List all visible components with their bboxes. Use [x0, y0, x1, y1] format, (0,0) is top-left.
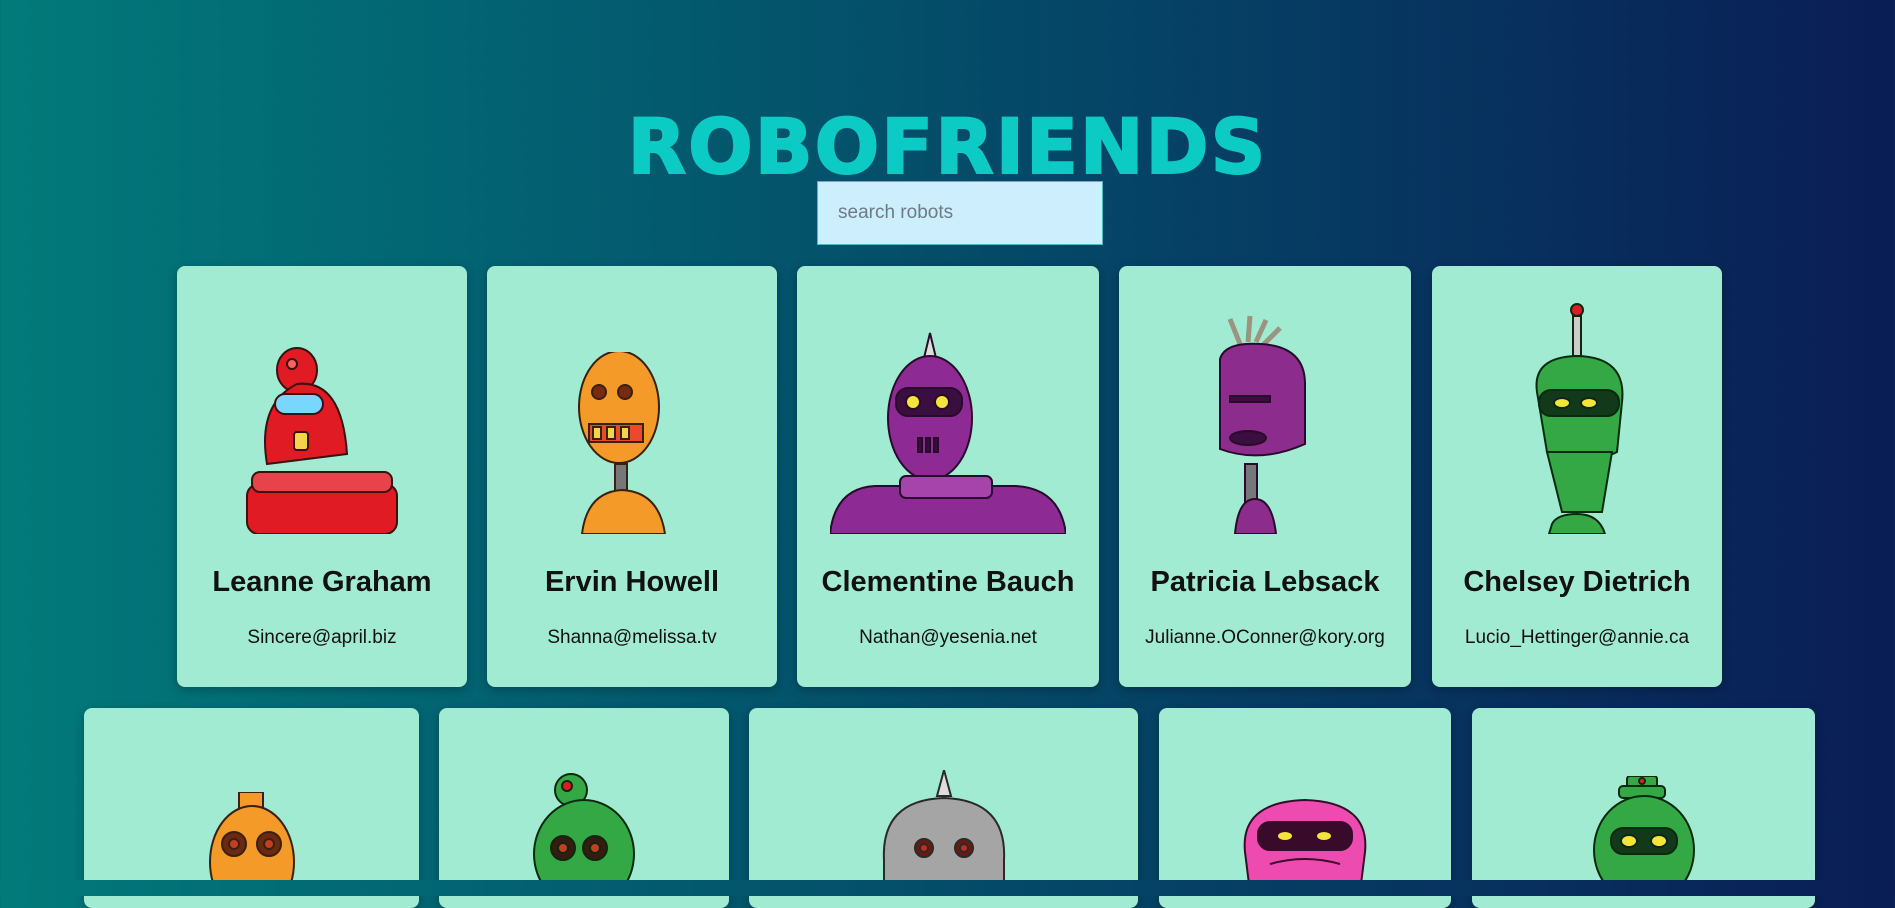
- page-bottom-edge: [0, 880, 1895, 896]
- robot-name: Ervin Howell: [544, 566, 720, 598]
- robot-card[interactable]: Patricia Lebsack Julianne.OConner@kory.o…: [1119, 266, 1411, 687]
- page-title: ROBOFRIENDS: [627, 101, 1268, 191]
- robot-card[interactable]: [1159, 708, 1451, 908]
- robot-avatar: [1219, 315, 1306, 534]
- robot-email: Nathan@yesenia.net: [859, 627, 1037, 648]
- robot-avatar: [208, 792, 295, 892]
- robot-card[interactable]: [1472, 708, 1815, 908]
- robot-card[interactable]: Chelsey Dietrich Lucio_Hettinger@annie.c…: [1432, 266, 1722, 687]
- robot-card[interactable]: [749, 708, 1138, 908]
- robot-email: Sincere@april.biz: [247, 627, 397, 648]
- search-input[interactable]: [817, 181, 1103, 245]
- robot-avatar: [1535, 303, 1624, 534]
- robot-name: Patricia Lebsack: [1150, 566, 1380, 598]
- robot-name: Chelsey Dietrich: [1463, 566, 1691, 598]
- robot-name: Leanne Graham: [212, 566, 432, 598]
- robot-card[interactable]: Ervin Howell Shanna@melissa.tv: [487, 266, 777, 687]
- robot-card[interactable]: Leanne Graham Sincere@april.biz: [177, 266, 467, 687]
- robot-card[interactable]: [439, 708, 729, 908]
- robot-avatar: [882, 770, 1005, 890]
- robot-card[interactable]: [84, 708, 419, 908]
- robot-avatar: [1592, 776, 1695, 892]
- robot-avatar: [246, 347, 398, 534]
- robot-email: Lucio_Hettinger@annie.ca: [1464, 627, 1690, 648]
- robot-email: Julianne.OConner@kory.org: [1145, 627, 1385, 648]
- robot-card[interactable]: Clementine Bauch Nathan@yesenia.net: [797, 266, 1099, 687]
- robot-avatar: [533, 773, 635, 888]
- robot-avatar: [830, 332, 1066, 534]
- robot-avatar: [1243, 798, 1367, 892]
- robot-avatar: [578, 352, 667, 534]
- robot-email: Shanna@melissa.tv: [547, 627, 717, 648]
- robot-name: Clementine Bauch: [821, 566, 1075, 598]
